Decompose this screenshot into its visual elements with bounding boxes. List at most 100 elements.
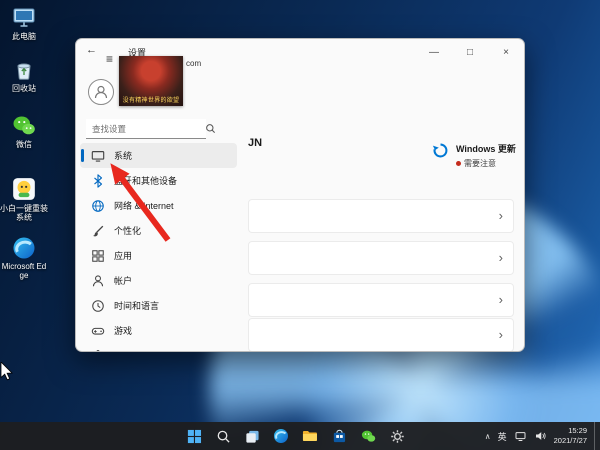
settings-window: ← ≡ 设置 — □ × 没有精神世界的欲望 com 系统 (75, 38, 525, 352)
nav-label: 帐户 (114, 274, 132, 287)
clock-icon (91, 299, 105, 313)
this-pc-icon (11, 6, 37, 30)
taskbar-edge-button[interactable] (269, 424, 293, 448)
settings-search[interactable] (86, 119, 206, 139)
taskbar-store-button[interactable] (327, 424, 351, 448)
settings-row[interactable]: › (248, 199, 514, 233)
settings-row[interactable]: › (248, 241, 514, 275)
windows-logo-icon (186, 429, 201, 444)
wechat-icon (360, 429, 375, 444)
attention-text: 需要注意 (464, 158, 496, 169)
tray-date: 2021/7/27 (554, 436, 587, 446)
account-email: com (186, 59, 201, 68)
nav-item-time-language[interactable]: 时间和语言 (80, 293, 237, 318)
desktop-icon-this-pc[interactable]: 此电脑 (0, 6, 48, 41)
nav-label: 系统 (114, 149, 132, 162)
network-icon[interactable] (514, 430, 527, 442)
taskbar-search-button[interactable] (211, 424, 235, 448)
accounts-icon (91, 274, 105, 288)
gear-icon (389, 429, 404, 444)
chevron-right-icon: › (499, 208, 503, 223)
nav-label: 蓝牙和其他设备 (114, 174, 177, 187)
settings-row[interactable]: › (248, 318, 514, 352)
photo-caption: 没有精神世界的欲望 (119, 95, 183, 104)
apps-icon (91, 249, 105, 263)
nav-item-gaming[interactable]: 游戏 (80, 318, 237, 343)
taskbar-settings-button[interactable] (385, 424, 409, 448)
gamepad-icon (91, 324, 105, 338)
taskbar-center (182, 422, 409, 450)
personalization-icon (91, 224, 105, 238)
back-button[interactable]: ← (86, 44, 97, 56)
desktop-icon-recycle-bin[interactable]: 回收站 (0, 58, 48, 93)
nav-label: 辅助功能 (114, 349, 150, 352)
show-desktop-button[interactable] (594, 422, 597, 450)
edge-icon (273, 428, 289, 444)
task-view-icon (244, 429, 259, 444)
chevron-right-icon: › (499, 327, 503, 342)
accessibility-icon (91, 349, 105, 353)
taskbar-start-button[interactable] (182, 424, 206, 448)
person-icon (93, 84, 109, 100)
taskbar-file-explorer-button[interactable] (298, 424, 322, 448)
desktop-icon-label: 小白一键重装系统 (0, 204, 48, 222)
nav-item-apps[interactable]: 应用 (80, 243, 237, 268)
chevron-right-icon: › (499, 292, 503, 307)
desktop-icon-edge[interactable]: Microsoft Edge (0, 236, 48, 280)
search-icon (205, 123, 216, 134)
wechat-icon (11, 114, 37, 138)
windows-update-label: Windows 更新 (456, 142, 516, 155)
nav-label: 网络 & Internet (114, 199, 174, 212)
nav-label: 个性化 (114, 224, 141, 237)
nav-item-system[interactable]: 系统 (80, 143, 237, 168)
tray-clock[interactable]: 15:29 2021/7/27 (554, 426, 587, 446)
device-name: JN (248, 137, 262, 149)
account-avatar[interactable] (88, 79, 114, 105)
edge-icon (12, 236, 36, 260)
hamburger-menu-icon[interactable]: ≡ (106, 52, 113, 66)
desktop-icon-label: 微信 (0, 140, 48, 149)
system-icon (91, 149, 105, 163)
taskbar-task-view-button[interactable] (240, 424, 264, 448)
xiaobai-icon (11, 176, 37, 202)
desktop-icon-label: 此电脑 (0, 32, 48, 41)
nav-item-bluetooth-devices[interactable]: 蓝牙和其他设备 (80, 168, 237, 193)
windows-update-status: 需要注意 (456, 158, 516, 169)
volume-icon[interactable] (534, 430, 547, 442)
nav-label: 游戏 (114, 324, 132, 337)
nav-item-personalization[interactable]: 个性化 (80, 218, 237, 243)
store-icon (331, 429, 346, 444)
taskbar: ∧ 英 15:29 2021/7/27 (0, 422, 600, 450)
desktop: 此电脑 回收站 微信 小白一键重装系统 Microsoft Edge ← ≡ 设… (0, 0, 600, 450)
chevron-right-icon: › (499, 250, 503, 265)
nav-item-accounts[interactable]: 帐户 (80, 268, 237, 293)
desktop-icon-label: 回收站 (0, 84, 48, 93)
nav-label: 时间和语言 (114, 299, 159, 312)
close-button[interactable]: × (488, 39, 524, 65)
tray-ime-indicator[interactable]: 英 (498, 430, 507, 443)
tray-overflow-chevron[interactable]: ∧ (485, 432, 491, 441)
system-tray: ∧ 英 15:29 2021/7/27 (485, 422, 597, 450)
attention-dot-icon (456, 161, 461, 166)
recycle-bin-icon (12, 58, 36, 82)
desktop-icon-wechat[interactable]: 微信 (0, 114, 48, 149)
folder-icon (302, 428, 318, 444)
taskbar-wechat-button[interactable] (356, 424, 380, 448)
maximize-button[interactable]: □ (452, 39, 488, 65)
nav-item-accessibility[interactable]: 辅助功能 (80, 343, 237, 352)
desktop-icon-xiaobai[interactable]: 小白一键重装系统 (0, 176, 48, 222)
settings-row[interactable]: › (248, 283, 514, 317)
windows-update-icon (432, 142, 449, 159)
mouse-cursor (0, 362, 14, 382)
search-input[interactable] (86, 124, 205, 134)
window-controls: — □ × (416, 39, 524, 65)
network-globe-icon (91, 199, 105, 213)
desktop-icon-label: Microsoft Edge (0, 262, 48, 280)
minimize-button[interactable]: — (416, 39, 452, 65)
nav-item-network-internet[interactable]: 网络 & Internet (80, 193, 237, 218)
windows-update-shortcut[interactable]: Windows 更新 需要注意 (432, 142, 516, 169)
tray-time: 15:29 (554, 426, 587, 436)
account-photo: 没有精神世界的欲望 (119, 56, 183, 106)
bluetooth-icon (91, 174, 105, 188)
search-icon (215, 429, 230, 444)
